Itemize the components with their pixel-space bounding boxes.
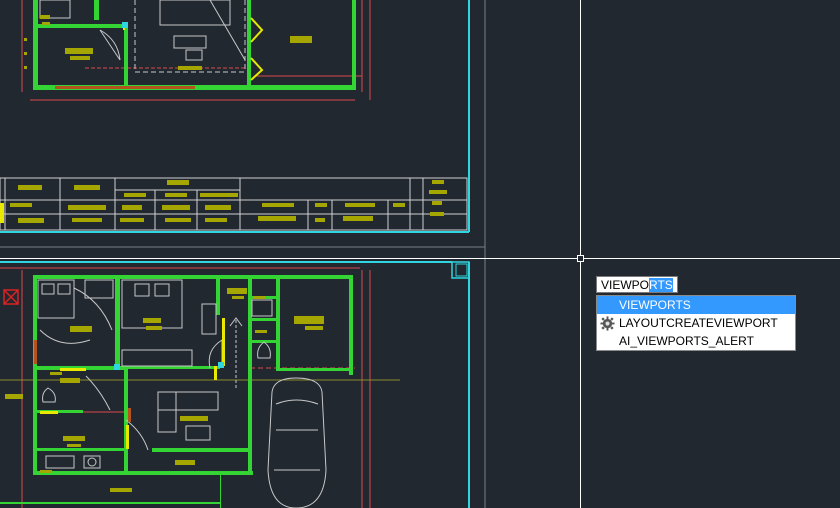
suggestion-label: LAYOUTCREATEVIEWPORT	[619, 316, 778, 330]
drawing-canvas[interactable]	[0, 0, 840, 508]
suggestion-label: VIEWPORTS	[619, 298, 691, 312]
layout-frame	[0, 0, 486, 508]
command-input[interactable]: VIEWPORTS	[596, 276, 678, 293]
table-edge-highlight	[0, 203, 4, 223]
suggestion-item-viewports[interactable]: VIEWPORTS	[597, 296, 795, 314]
gear-icon	[600, 316, 615, 331]
suggestion-item-layoutcreateviewport[interactable]: LAYOUTCREATEVIEWPORT	[597, 314, 795, 332]
command-typed-text: VIEWPO	[601, 278, 650, 292]
suggestion-label: AI_VIEWPORTS_ALERT	[619, 334, 754, 348]
title-block-labels	[10, 180, 447, 223]
command-suggestion-list[interactable]: VIEWPORTS LAYOUTCREATEVIEWPORT AI_VIEWPO…	[596, 295, 796, 351]
floor-plan-bottom	[0, 267, 400, 508]
suggestion-item-ai-viewports-alert[interactable]: AI_VIEWPORTS_ALERT	[597, 332, 795, 350]
command-autocomplete-text: RTS	[649, 278, 673, 292]
floor-plan-top	[21, 0, 371, 101]
